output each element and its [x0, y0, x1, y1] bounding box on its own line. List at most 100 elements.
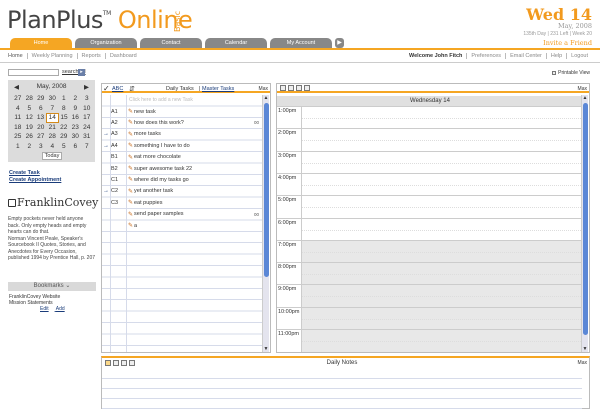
printable-view-link[interactable]: Printable View — [552, 70, 590, 76]
pencil-icon[interactable]: ✎ — [128, 199, 133, 206]
tasks-max-link[interactable]: Max — [259, 86, 268, 92]
task-text[interactable]: where did my tasks go — [134, 177, 189, 183]
calendar-day[interactable]: 9 — [70, 104, 82, 114]
task-row[interactable]: B2 super awesome task 22 ✎ — [102, 163, 262, 174]
tab-my-account[interactable]: My Account — [270, 38, 332, 48]
task-row[interactable]: → C2 yet another task ✎ — [102, 186, 262, 197]
task-row[interactable]: → A4 something I have to do ✎ — [102, 140, 262, 151]
calendar-day[interactable]: 30 — [47, 94, 59, 104]
day-view-grid[interactable]: 1:00pm 2:00pm 3:00pm 4:00pm 5:00pm 6:00pm 7:00… — [277, 106, 583, 352]
create-appointment-link[interactable]: Create Appointment — [9, 177, 61, 183]
task-priority[interactable]: C3 — [111, 200, 123, 206]
task-priority[interactable]: A4 — [111, 143, 123, 149]
task-priority[interactable]: B1 — [111, 154, 123, 160]
task-priority[interactable]: A1 — [111, 109, 123, 115]
task-row[interactable]: A1 new task ✎ — [102, 106, 262, 117]
pencil-icon[interactable]: ✎ — [128, 131, 133, 138]
day-scrollbar[interactable]: ▲ ▼ — [581, 95, 588, 352]
task-text[interactable]: eat puppies — [134, 200, 162, 206]
task-text[interactable]: a — [134, 223, 137, 229]
calendar-day[interactable]: 15 — [58, 113, 70, 123]
usernav-help[interactable]: Help — [545, 53, 566, 59]
calendar-day[interactable]: 11 — [12, 113, 24, 123]
calendar-day[interactable]: 6 — [70, 142, 82, 152]
calendar-day[interactable]: 12 — [24, 113, 36, 123]
usernav-email-center[interactable]: Email Center — [505, 53, 546, 59]
calendar-day[interactable]: 25 — [12, 132, 24, 142]
scroll-thumb[interactable] — [264, 103, 269, 277]
task-text[interactable]: how does this work? — [134, 120, 184, 126]
hour-slot[interactable]: 3:00pm — [277, 150, 583, 174]
calendar-day[interactable]: 29 — [35, 94, 47, 104]
calendar-day[interactable]: 29 — [58, 132, 70, 142]
task-text[interactable]: eat more chocolate — [134, 154, 181, 160]
task-priority[interactable]: C1 — [111, 177, 123, 183]
task-text[interactable]: something I have to do — [134, 143, 190, 149]
abc-sort-link[interactable]: ABC — [112, 86, 123, 92]
calendar-day[interactable]: 4 — [12, 104, 24, 114]
calendar-day[interactable]: 2 — [24, 142, 36, 152]
task-text[interactable]: more tasks — [134, 131, 161, 137]
hour-slot[interactable]: 6:00pm — [277, 217, 583, 240]
scroll-thumb[interactable] — [583, 103, 588, 335]
calendar-day[interactable]: 22 — [58, 123, 70, 133]
calendar-day[interactable]: 10 — [81, 104, 93, 114]
task-row[interactable]: A2 how does this work? 00 ✎ — [102, 117, 262, 128]
task-row[interactable]: B1 eat more chocolate ✎ — [102, 152, 262, 163]
check-icon[interactable]: ✓ — [103, 84, 110, 93]
pencil-icon[interactable]: ✎ — [128, 211, 133, 218]
task-text[interactable]: yet another task — [134, 188, 173, 194]
calendar-day[interactable]: 13 — [35, 113, 47, 123]
task-row[interactable]: send paper samples 00 ✎ — [102, 209, 262, 220]
calendar-day[interactable]: 5 — [24, 104, 36, 114]
pencil-icon[interactable]: ✎ — [128, 154, 133, 161]
next-month-icon[interactable]: ▶ — [84, 83, 89, 91]
pencil-icon[interactable]: ✎ — [128, 165, 133, 172]
month-view-icon[interactable] — [296, 85, 302, 91]
calendar-day[interactable]: 30 — [70, 132, 82, 142]
task-text[interactable]: new task — [134, 109, 156, 115]
usernav-logout[interactable]: Logout — [566, 53, 592, 59]
today-button[interactable]: Today — [42, 152, 62, 160]
bookmark-edit-link[interactable]: Edit — [40, 306, 49, 312]
add-task-hint[interactable]: Click here to add a new Task — [129, 97, 193, 103]
pencil-icon[interactable]: ✎ — [128, 119, 133, 126]
prev-month-icon[interactable]: ◀ — [14, 83, 19, 91]
usernav-preferences[interactable]: Preferences — [466, 53, 505, 59]
subnav-dashboard[interactable]: Dashboard — [104, 53, 141, 59]
priority-icon[interactable]: ⇵ — [129, 85, 135, 93]
tabs-more-icon[interactable]: ▶ — [335, 38, 344, 48]
notes-max-link[interactable]: Max — [578, 360, 587, 366]
calendar-day[interactable]: 20 — [35, 123, 47, 133]
pencil-icon[interactable]: ✎ — [128, 176, 133, 183]
subnav-reports[interactable]: Reports — [76, 53, 105, 59]
calendar-day[interactable]: 27 — [12, 94, 24, 104]
task-priority[interactable]: B2 — [111, 166, 123, 172]
calendar-day[interactable]: 1 — [58, 94, 70, 104]
calendar-day[interactable]: 27 — [35, 132, 47, 142]
calendar-day[interactable]: 17 — [81, 113, 93, 123]
pencil-icon[interactable]: ✎ — [128, 222, 133, 229]
tab-home[interactable]: Home — [10, 38, 72, 48]
task-row[interactable]: C1 where did my tasks go ✎ — [102, 174, 262, 185]
calendar-day[interactable]: 2 — [70, 94, 82, 104]
hour-slot[interactable]: 5:00pm — [277, 195, 583, 218]
calendar-day[interactable]: 31 — [81, 132, 93, 142]
pencil-icon[interactable]: ✎ — [128, 188, 133, 195]
calendar-day[interactable]: 14 — [46, 112, 59, 123]
tab-organization[interactable]: Organization — [75, 38, 137, 48]
calendar-day[interactable]: 23 — [70, 123, 82, 133]
task-priority[interactable]: A2 — [111, 120, 123, 126]
scroll-down-icon[interactable]: ▼ — [263, 346, 269, 352]
hour-slot[interactable]: 2:00pm — [277, 128, 583, 151]
calendar-day[interactable]: 19 — [24, 123, 36, 133]
year-view-icon[interactable] — [304, 85, 310, 91]
master-tasks-link[interactable]: Master Tasks — [202, 86, 234, 92]
calendar-day[interactable]: 7 — [47, 104, 59, 114]
task-priority[interactable]: C2 — [111, 188, 123, 194]
calendar-day[interactable]: 28 — [47, 132, 59, 142]
subnav-home[interactable]: Home — [8, 53, 27, 59]
calendar-day[interactable]: 26 — [24, 132, 36, 142]
task-row[interactable]: C3 eat puppies ✎ — [102, 197, 262, 208]
hour-slot[interactable]: 1:00pm — [277, 106, 583, 129]
